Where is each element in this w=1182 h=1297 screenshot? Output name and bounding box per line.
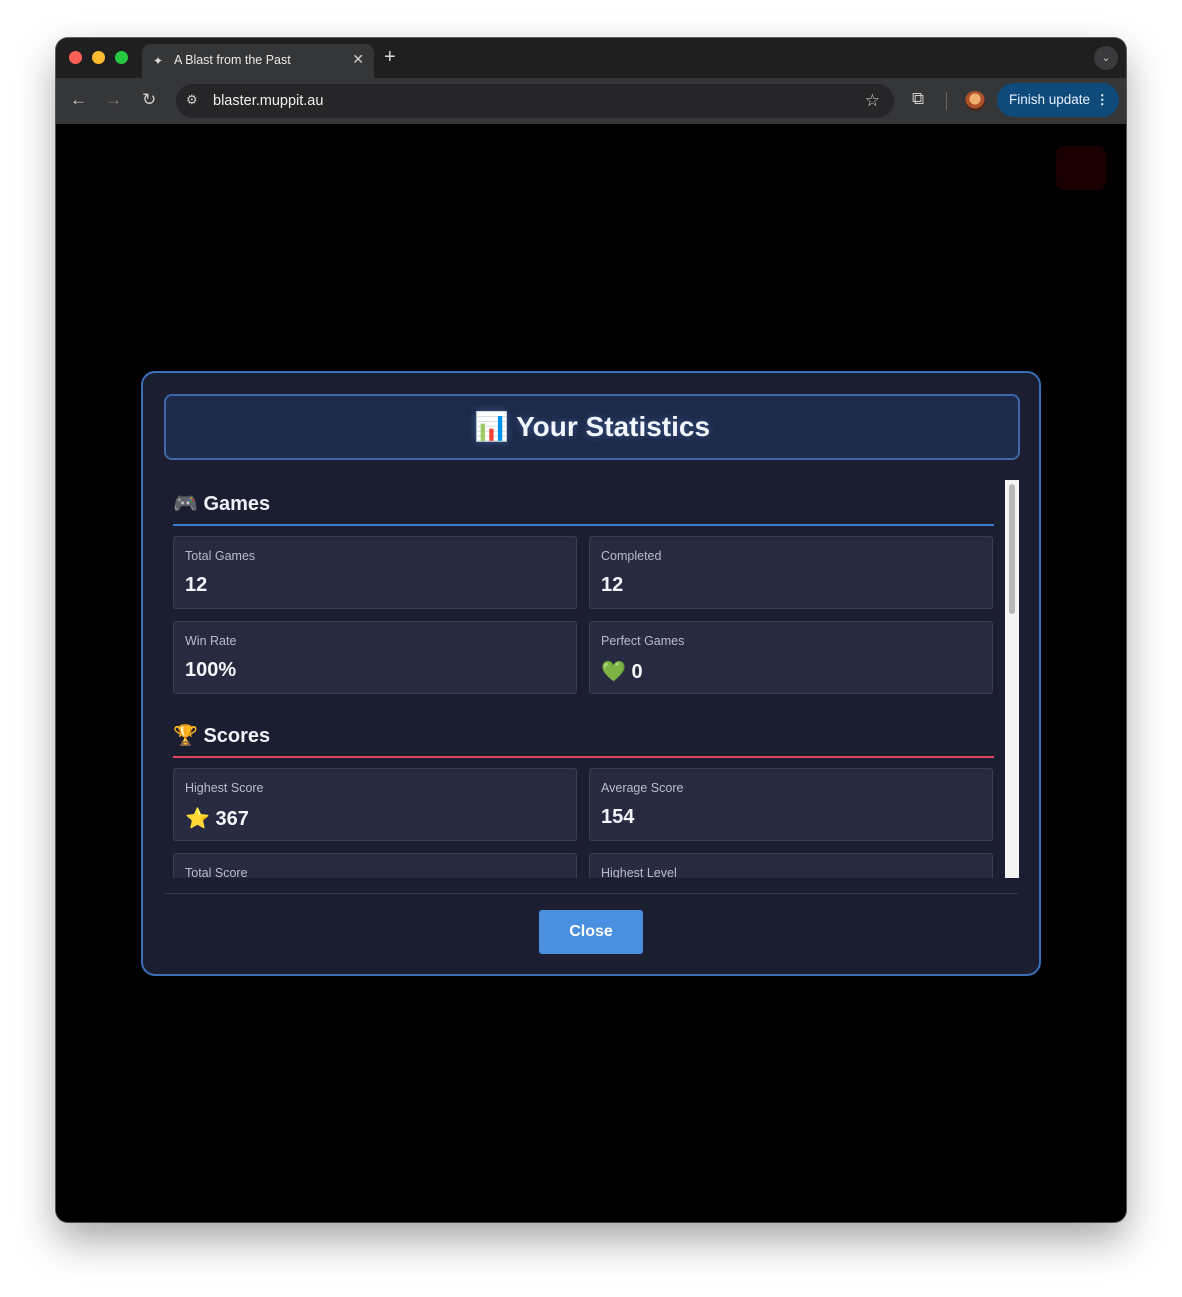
back-icon[interactable]: ← — [70, 90, 87, 110]
footer-divider — [164, 893, 1018, 894]
site-info-icon[interactable]: ⚙ — [186, 92, 198, 108]
browser-window: ✦ A Blast from the Past ✕ + ⌄ ← → ↻ ⚙ bl… — [56, 38, 1126, 1222]
forward-icon[interactable]: → — [105, 90, 122, 110]
stat-label: Completed — [601, 549, 662, 563]
stat-value: 154 — [601, 806, 635, 828]
stat-value: 12 — [601, 574, 624, 596]
reload-icon[interactable]: ↻ — [142, 90, 156, 110]
address-bar[interactable]: ⚙ blaster.muppit.au ☆ — [176, 84, 894, 118]
stat-card-win-rate: Win Rate 100% — [173, 621, 577, 694]
close-window-button[interactable] — [69, 51, 82, 64]
url-text[interactable]: blaster.muppit.au — [213, 93, 323, 109]
stat-label: Total Games — [185, 549, 256, 563]
tab-close-icon[interactable]: ✕ — [352, 51, 364, 68]
stat-card-perfect-games: Perfect Games 💚 0 — [589, 621, 993, 694]
stat-card-completed: Completed 12 — [589, 536, 993, 609]
favicon-icon: ✦ — [152, 54, 164, 68]
stat-value: 12 — [185, 574, 208, 596]
section-underline-scores — [173, 756, 994, 758]
active-tab[interactable]: ✦ A Blast from the Past ✕ — [142, 44, 374, 78]
stat-card-total-score: Total Score — [173, 853, 577, 878]
stat-card-total-games: Total Games 12 — [173, 536, 577, 609]
new-tab-button[interactable]: + — [384, 46, 396, 69]
stat-label: Perfect Games — [601, 634, 685, 648]
stat-card-highest-score: Highest Score ⭐ 367 — [173, 768, 577, 841]
stat-card-average-score: Average Score 154 — [589, 768, 993, 841]
modal-header: 📊 Your Statistics — [164, 394, 1020, 460]
menu-dots-icon[interactable]: ⋮ — [1096, 83, 1110, 117]
stat-label: Highest Level — [601, 866, 677, 878]
section-title-scores: 🏆 Scores — [173, 725, 271, 747]
toolbar-divider — [946, 92, 947, 110]
profile-avatar[interactable] — [965, 91, 985, 111]
stat-label: Highest Score — [185, 781, 264, 795]
stats-scroll-area[interactable]: 🎮 Games Total Games 12 Completed 12 Win … — [173, 480, 1003, 878]
minimize-window-button[interactable] — [92, 51, 105, 64]
stat-label: Total Score — [185, 866, 248, 878]
stat-value: 100% — [185, 659, 237, 681]
stat-value: ⭐ 367 — [185, 808, 249, 830]
tab-title: A Blast from the Past — [174, 53, 291, 67]
statistics-modal: 📊 Your Statistics 🎮 Games Total Games 12… — [141, 371, 1041, 976]
extensions-icon[interactable]: ⧉ — [912, 89, 924, 109]
bookmark-star-icon[interactable]: ☆ — [865, 91, 880, 111]
page-content: 📊 Your Statistics 🎮 Games Total Games 12… — [56, 124, 1126, 1222]
section-underline-games — [173, 524, 994, 526]
section-title-games: 🎮 Games — [173, 493, 271, 515]
close-button[interactable]: Close — [539, 910, 643, 954]
finish-update-label: Finish update — [1009, 92, 1091, 107]
tab-bar: ✦ A Blast from the Past ✕ + ⌄ — [56, 38, 1126, 78]
modal-title: 📊 Your Statistics — [473, 411, 711, 442]
stat-value: 💚 0 — [601, 661, 643, 683]
scrollbar[interactable] — [1005, 480, 1019, 878]
finish-update-button[interactable]: Finish update ⋮ — [997, 83, 1119, 117]
stat-label: Win Rate — [185, 634, 237, 648]
scrollbar-thumb[interactable] — [1009, 484, 1015, 614]
maximize-window-button[interactable] — [115, 51, 128, 64]
background-button-glow — [1056, 146, 1106, 190]
browser-toolbar: ← → ↻ ⚙ blaster.muppit.au ☆ ⧉ Finish upd… — [56, 78, 1126, 124]
stat-card-highest-level: Highest Level — [589, 853, 993, 878]
tab-search-icon[interactable]: ⌄ — [1094, 46, 1118, 70]
stat-label: Average Score — [601, 781, 684, 795]
